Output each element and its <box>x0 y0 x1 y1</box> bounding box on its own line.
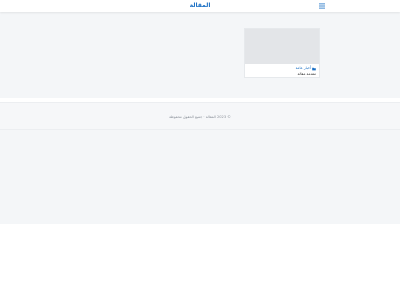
article-image-placeholder[interactable] <box>245 29 319 64</box>
main-content: أخبار عامة مقدمة مقالة <box>0 12 400 98</box>
lower-background-area <box>0 130 400 224</box>
hamburger-menu-icon[interactable] <box>319 3 325 9</box>
article-card[interactable]: أخبار عامة مقدمة مقالة <box>244 28 320 78</box>
article-title[interactable]: مقدمة مقالة <box>298 72 316 77</box>
article-category-link[interactable]: أخبار عامة <box>296 66 316 71</box>
folder-icon <box>312 67 316 70</box>
top-header: المقالة <box>0 0 400 12</box>
copyright-text: © 2023 المقالة · جميع الحقوق محفوظة <box>169 115 231 119</box>
site-logo[interactable]: المقالة <box>185 2 215 10</box>
site-footer: © 2023 المقالة · جميع الحقوق محفوظة <box>0 102 400 130</box>
article-category-label: أخبار عامة <box>295 66 311 70</box>
